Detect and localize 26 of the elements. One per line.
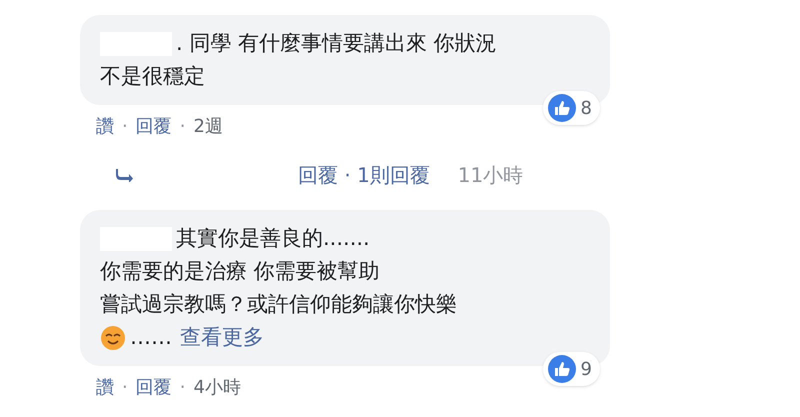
comment-text: . 同學 有什麼事情要講出來 你狀況	[176, 30, 497, 57]
timestamp: 11小時	[458, 162, 524, 189]
separator-dot: ·	[180, 376, 186, 400]
ellipsis-text: ……	[130, 324, 172, 351]
like-count-badge[interactable]: 9	[542, 352, 600, 386]
like-count: 9	[580, 358, 593, 382]
thumbs-up-icon	[546, 354, 577, 384]
comment-action-link[interactable]: 讚	[96, 374, 114, 401]
separator-dot: ·	[122, 376, 128, 400]
separator-dot: ·	[122, 115, 128, 139]
timestamp: 4小時	[193, 376, 241, 400]
comment-text: 你需要的是治療 你需要被幫助	[100, 258, 380, 285]
comment-text: 不是很穩定	[100, 63, 205, 90]
see-more-link[interactable]: 查看更多	[180, 321, 264, 354]
like-count-badge[interactable]: 8	[542, 91, 600, 125]
thumbs-up-icon	[546, 93, 577, 123]
separator-dot: ·	[180, 115, 186, 139]
like-count: 8	[580, 96, 593, 120]
comment-action-link[interactable]: 回覆	[136, 113, 172, 140]
comment-text: 其實你是善良的.......	[176, 225, 370, 252]
reply-arrow-icon	[116, 168, 134, 182]
timestamp: 2週	[193, 115, 223, 139]
view-replies-link[interactable]: 回覆 · 1則回覆	[298, 160, 430, 190]
comment-text: 嘗試過宗教嗎？或許信仰能夠讓你快樂	[100, 291, 457, 318]
comment-action-link[interactable]: 讚	[96, 113, 114, 140]
comment-action-link[interactable]: 回覆	[136, 374, 172, 401]
